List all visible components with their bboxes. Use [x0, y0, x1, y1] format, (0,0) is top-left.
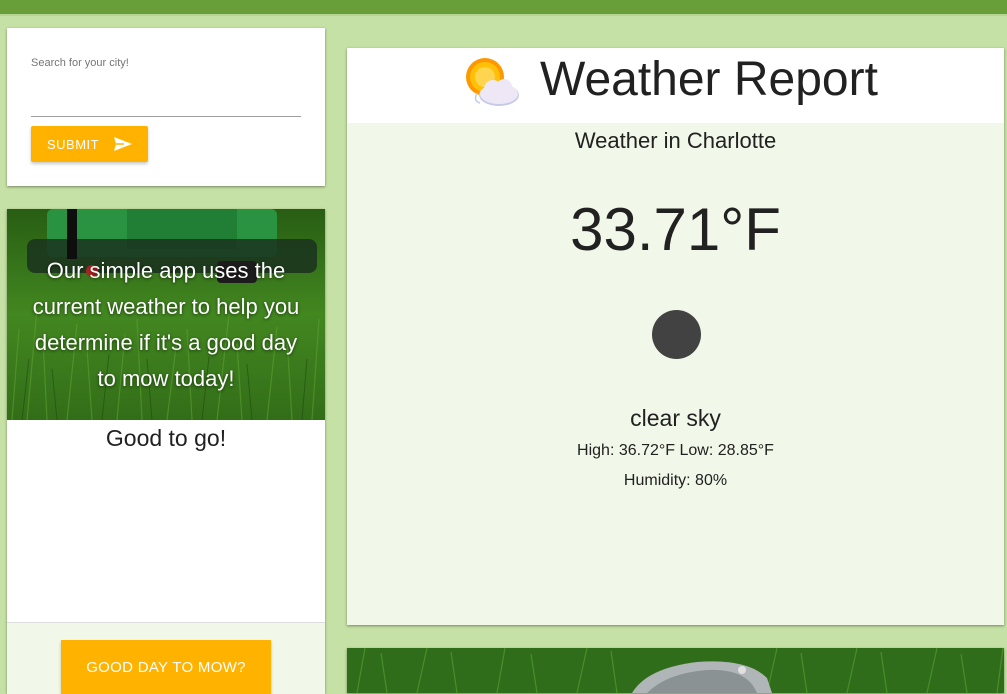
- city-search-input[interactable]: [31, 88, 301, 117]
- lawn-mower-image: Our simple app uses the current weather …: [7, 209, 325, 420]
- search-label: Search for your city!: [31, 57, 129, 69]
- sun-behind-cloud-icon: [463, 57, 521, 107]
- mow-card-footer: GOOD DAY TO MOW?: [7, 622, 325, 694]
- search-card: Search for your city! SUBMIT: [7, 28, 325, 186]
- high-low-temperature: High: 36.72°F Low: 28.85°F: [577, 442, 774, 459]
- submit-button-label: SUBMIT: [47, 136, 100, 152]
- city-heading: Weather in Charlotte: [574, 128, 777, 153]
- good-day-to-mow-button[interactable]: GOOD DAY TO MOW?: [61, 640, 271, 694]
- weather-condition-icon: [652, 310, 701, 359]
- lawn-image-card: [347, 648, 1004, 693]
- page-title: Weather Report: [540, 53, 878, 106]
- weather-card: Weather Report Weather in Charlotte 33.7…: [347, 48, 1004, 625]
- weather-description: clear sky: [630, 405, 721, 431]
- humidity-reading: Humidity: 80%: [623, 472, 728, 489]
- mow-verdict: Good to go!: [105, 425, 227, 451]
- submit-button[interactable]: SUBMIT: [31, 126, 148, 162]
- mow-card: Our simple app uses the current weather …: [7, 209, 325, 694]
- weather-header: Weather Report: [347, 48, 1004, 123]
- top-app-bar-shadow: [0, 14, 1007, 16]
- current-temperature: 33.71°F: [570, 196, 781, 263]
- top-app-bar: [0, 0, 1007, 14]
- send-icon: [114, 137, 133, 151]
- mow-intro-text: Our simple app uses the current weather …: [32, 258, 300, 391]
